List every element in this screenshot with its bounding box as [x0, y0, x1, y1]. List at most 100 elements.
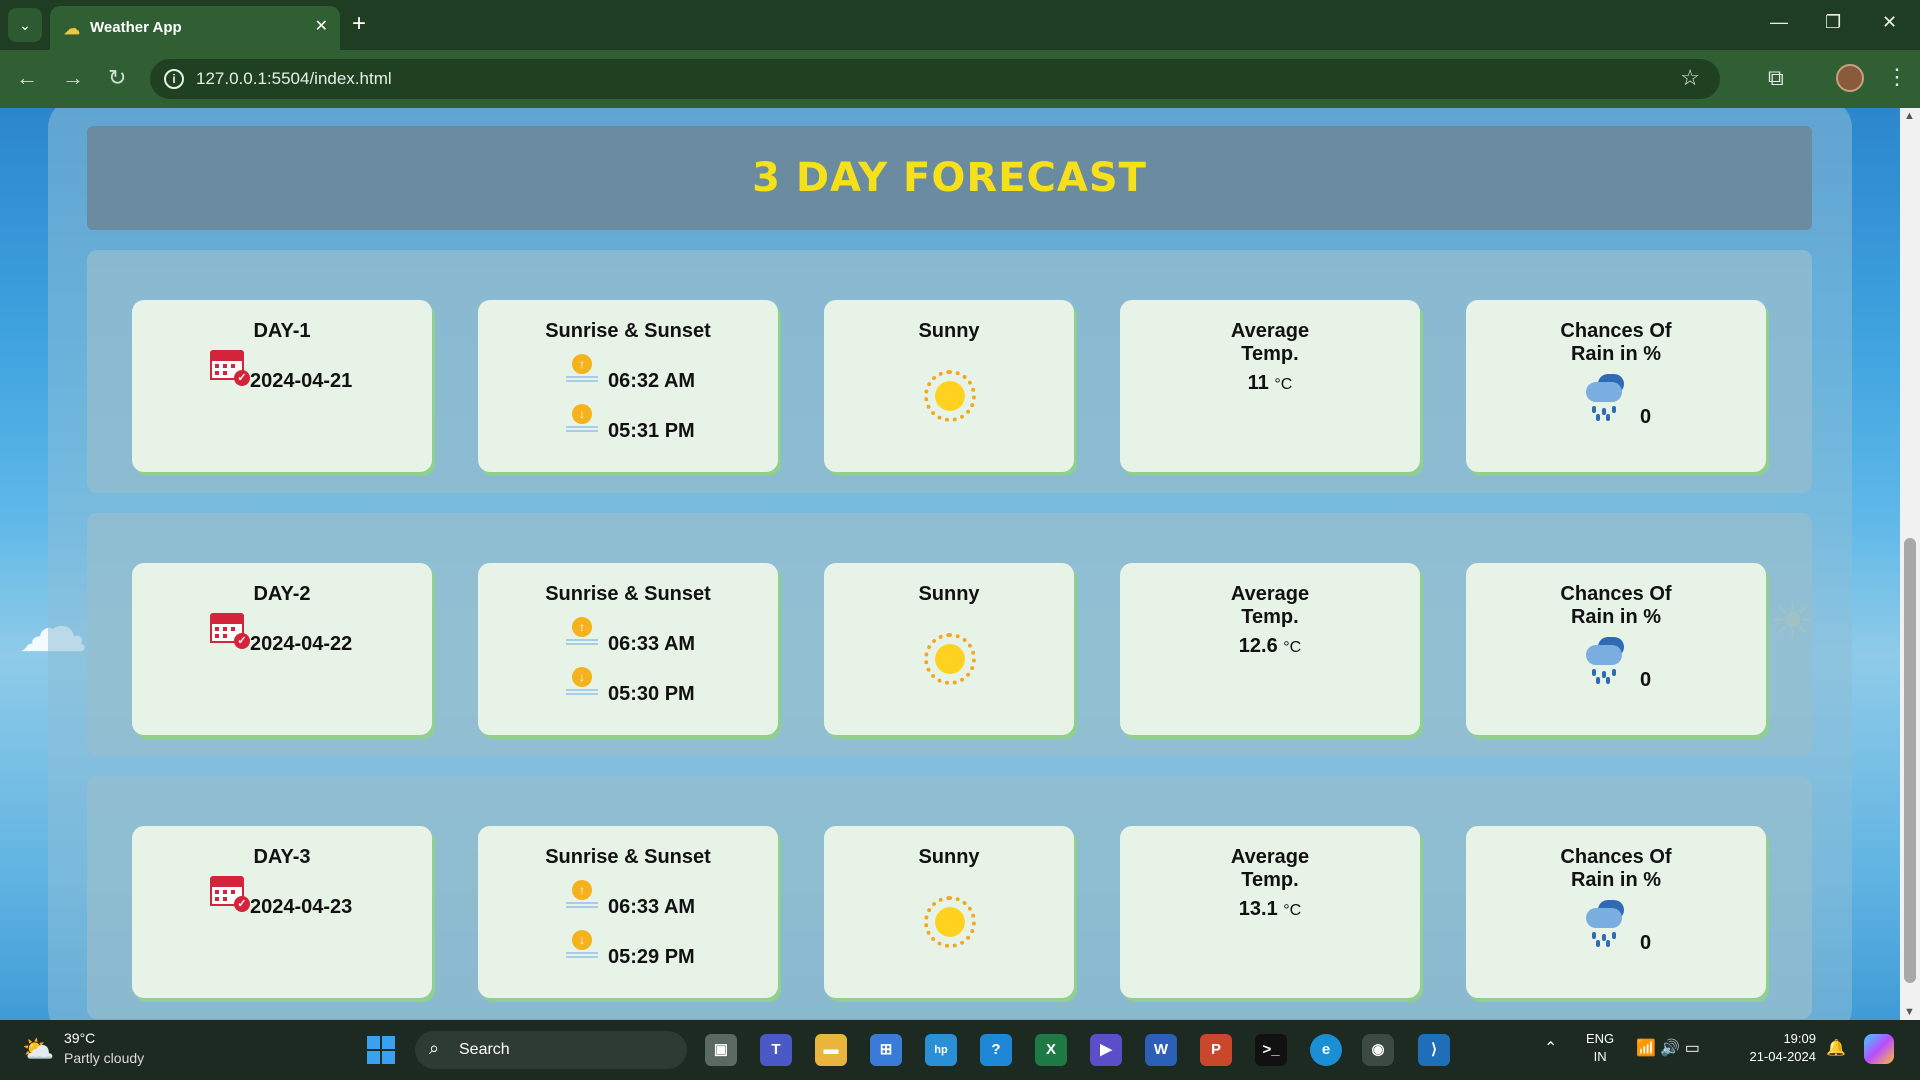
reload-icon[interactable]: ↻ [108, 65, 126, 91]
temp-unit: °C [1274, 376, 1293, 393]
url-text[interactable]: 127.0.0.1:5504/index.html [196, 69, 392, 89]
weather-favicon-icon: ☁ [64, 21, 80, 38]
condition-label: Sunny [918, 846, 980, 868]
rain-cloud-icon [1584, 637, 1632, 684]
sunrise-icon: ↑ [566, 876, 598, 908]
sunrise-icon: ↑ [566, 350, 598, 382]
browser-menu-icon[interactable]: ⋮ [1886, 64, 1908, 90]
language-code: ENG [1586, 1031, 1615, 1046]
sunset-time: 05:30 PM [608, 683, 695, 705]
forward-arrow-icon[interactable]: → [62, 65, 84, 91]
extensions-icon[interactable]: ⧉ [1768, 65, 1784, 91]
forecast-row-day-1: DAY-1 ✓ 2024-04-21 Sunrise & Sunset ↑ 06… [87, 250, 1812, 493]
temp-readout: 11 °C [1120, 372, 1420, 395]
copilot-icon[interactable] [1864, 1034, 1894, 1064]
address-bar[interactable]: i 127.0.0.1:5504/index.html ☆ [150, 59, 1720, 99]
tab-close-icon[interactable]: ✕ [315, 16, 328, 36]
rain-value: 0 [1640, 669, 1652, 691]
temp-title: Average Temp. [1230, 583, 1310, 628]
bookmark-star-icon[interactable]: ☆ [1680, 65, 1700, 91]
tab-search-button[interactable]: ⌄ [8, 8, 42, 42]
sunset-time: 05:31 PM [608, 420, 695, 442]
media-app-icon[interactable]: ▶ [1090, 1034, 1122, 1066]
temp-readout: 12.6 °C [1120, 635, 1420, 658]
notification-bell-icon[interactable]: 🔔 [1826, 1038, 1846, 1058]
file-explorer-icon[interactable]: ▬ [815, 1034, 847, 1066]
temperature-card: Average Temp. 12.6 °C [1120, 563, 1420, 735]
language-indicator[interactable]: ENG IN [1586, 1030, 1614, 1066]
rain-cloud-icon [1584, 374, 1632, 421]
rain-value: 0 [1640, 932, 1652, 954]
new-tab-button[interactable]: + [352, 10, 366, 38]
condition-label: Sunny [918, 320, 980, 342]
sunrise-time: 06:33 AM [608, 896, 696, 918]
temp-unit: °C [1283, 639, 1302, 656]
heading-bar: 3 DAY FORECAST [87, 126, 1812, 230]
tab-title: Weather App [90, 19, 182, 36]
word-icon[interactable]: W [1145, 1034, 1177, 1066]
page-scrollbar[interactable]: ▲ ▼ [1900, 108, 1920, 1020]
sunset-icon: ↓ [566, 400, 598, 432]
temp-value: 13.1 [1238, 898, 1278, 920]
scroll-up-arrow-icon[interactable]: ▲ [1904, 110, 1915, 122]
vscode-icon[interactable]: ⟩ [1418, 1034, 1450, 1066]
region-code: IN [1593, 1049, 1607, 1064]
rain-title: Chances Of Rain in % [1560, 846, 1672, 891]
calendar-icon: ✓ [210, 613, 250, 649]
powerpoint-icon[interactable]: P [1200, 1034, 1232, 1066]
sunny-icon [924, 633, 976, 685]
taskbar-weather-temp[interactable]: 39°C [64, 1030, 95, 1046]
chrome-icon[interactable]: ◉ [1362, 1034, 1394, 1066]
taskbar-weather-condition[interactable]: Partly cloudy [64, 1050, 144, 1066]
profile-avatar[interactable] [1836, 64, 1864, 92]
task-view-icon[interactable]: ▣ [705, 1034, 737, 1066]
system-tray-icons[interactable]: 📶 🔊 ▭ [1636, 1038, 1700, 1058]
scroll-down-arrow-icon[interactable]: ▼ [1904, 1006, 1915, 1018]
condition-card: Sunny [824, 300, 1074, 472]
close-window-button[interactable]: ✕ [1882, 12, 1897, 33]
forecast-date: 2024-04-22 [250, 633, 353, 655]
sunset-icon: ↓ [566, 926, 598, 958]
condition-card: Sunny [824, 563, 1074, 735]
terminal-icon[interactable]: >_ [1255, 1034, 1287, 1066]
edge-icon[interactable]: e [1310, 1034, 1342, 1066]
back-arrow-icon[interactable]: ← [16, 65, 38, 91]
rain-title: Chances Of Rain in % [1560, 583, 1672, 628]
sunrise-sunset-card: Sunrise & Sunset ↑ 06:32 AM ↓ 05:31 PM [478, 300, 778, 472]
sun-title: Sunrise & Sunset [545, 583, 711, 605]
forecast-row-day-2: DAY-2 ✓ 2024-04-22 Sunrise & Sunset ↑ 06… [87, 513, 1812, 756]
restore-button[interactable]: ❐ [1825, 12, 1841, 33]
browser-toolbar: ← → ↻ i 127.0.0.1:5504/index.html ☆ ⧉ ⋮ [0, 50, 1920, 108]
microsoft-store-icon[interactable]: ⊞ [870, 1034, 902, 1066]
day-label: DAY-3 [253, 846, 311, 868]
forecast-date: 2024-04-23 [250, 896, 353, 918]
day-label: DAY-2 [253, 583, 311, 605]
site-info-icon[interactable]: i [164, 69, 184, 89]
excel-icon[interactable]: X [1035, 1034, 1067, 1066]
myhp-icon[interactable]: hp [925, 1034, 957, 1066]
search-icon: ⌕ [429, 1038, 440, 1058]
day-card: DAY-3 ✓ 2024-04-23 [132, 826, 432, 998]
help-icon[interactable]: ? [980, 1034, 1012, 1066]
clock-time: 19:09 [1783, 1031, 1816, 1046]
temp-title: Average Temp. [1230, 846, 1310, 891]
teams-icon[interactable]: T [760, 1034, 792, 1066]
temp-value: 12.6 [1238, 635, 1278, 657]
windows-start-icon[interactable] [367, 1036, 395, 1064]
day-card: DAY-1 ✓ 2024-04-21 [132, 300, 432, 472]
page-title: 3 DAY FORECAST [752, 155, 1147, 201]
calendar-icon: ✓ [210, 350, 250, 386]
clock[interactable]: 19:09 21-04-2024 [1736, 1030, 1817, 1066]
temp-readout: 13.1 °C [1120, 898, 1420, 921]
tab-weather-app[interactable]: ☁ Weather App ✕ [50, 6, 340, 50]
scroll-thumb[interactable] [1904, 538, 1916, 983]
calendar-icon: ✓ [210, 876, 250, 912]
sunny-icon [924, 896, 976, 948]
partly-cloudy-icon[interactable]: ⛅ [22, 1034, 54, 1065]
temperature-card: Average Temp. 13.1 °C [1120, 826, 1420, 998]
sunrise-sunset-card: Sunrise & Sunset ↑ 06:33 AM ↓ 05:29 PM [478, 826, 778, 998]
minimize-button[interactable]: — [1770, 12, 1788, 33]
chevron-up-icon[interactable]: ⌃ [1544, 1038, 1557, 1058]
rain-chance-card: Chances Of Rain in % 0 [1466, 563, 1766, 735]
taskbar-search-box[interactable]: ⌕ Search [415, 1031, 687, 1069]
